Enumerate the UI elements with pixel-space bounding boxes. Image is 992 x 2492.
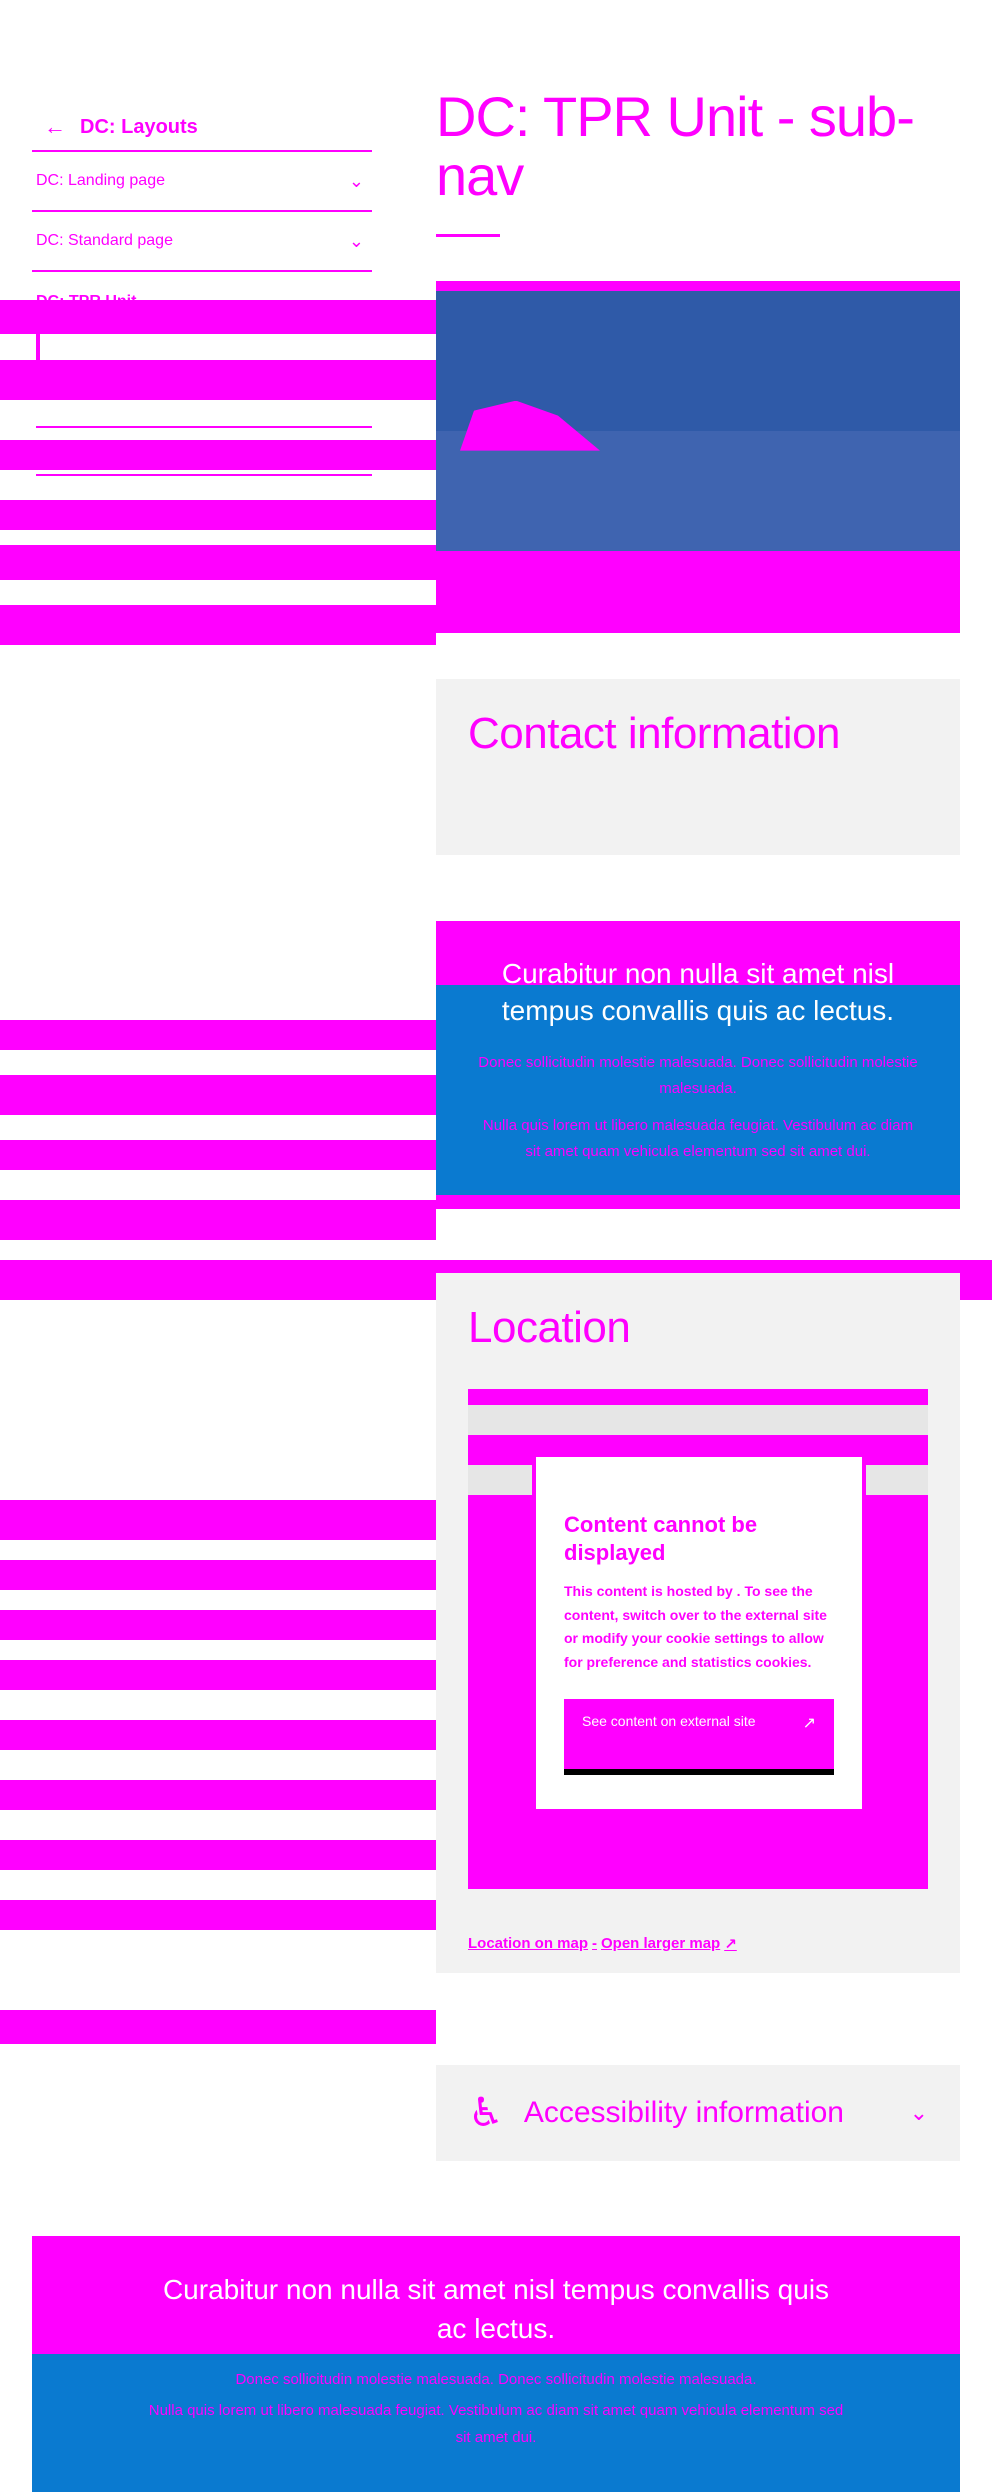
- footer-promo-block: Curabitur non nulla sit amet nisl tempus…: [32, 2236, 960, 2492]
- button-label: See content on external site: [582, 1712, 756, 1729]
- location-section: Location Content cannot be displayed Thi…: [436, 1272, 960, 1973]
- decor-stripe: [0, 1500, 436, 1540]
- open-larger-map-link[interactable]: Open larger map: [601, 1935, 720, 1953]
- sidebar-item-label: DC: Landing page: [36, 172, 165, 189]
- chevron-down-icon[interactable]: ⌄: [910, 2100, 928, 2126]
- promo-body: Donec sollicitudin molestie malesuada. D…: [476, 1050, 920, 1164]
- chevron-down-icon[interactable]: ⌄: [349, 231, 364, 252]
- decor-stripe: [0, 1610, 436, 1640]
- map-embed: Content cannot be displayed This content…: [468, 1388, 928, 1889]
- decor-stripe: [0, 1780, 436, 1810]
- decor-stripe: [0, 1720, 436, 1750]
- decor-stripe: [0, 1075, 436, 1115]
- footer-promo-body: Donec sollicitudin molestie malesuada. D…: [146, 2366, 846, 2451]
- map-links: Location on map - Open larger map ↗: [468, 1935, 928, 1953]
- page-title: DC: TPR Unit - sub-nav: [436, 85, 915, 207]
- decor-stripe: [0, 1020, 436, 1050]
- promo-lead: Curabitur non nulla sit amet nisl tempus…: [501, 957, 895, 1027]
- title-divider: [436, 233, 500, 237]
- decor-stripe: [0, 605, 436, 645]
- promo-paragraph: Nulla quis lorem ut libero malesuada feu…: [482, 1117, 914, 1160]
- see-external-content-button[interactable]: See content on external site ↗: [564, 1698, 834, 1775]
- accessibility-accordion[interactable]: ♿ Accessibility information ⌄: [436, 2064, 960, 2161]
- promo-paragraph: Donec sollicitudin molestie malesuada. D…: [478, 1054, 918, 1097]
- decor-stripe: [0, 2010, 436, 2044]
- footer-promo-paragraph: Donec sollicitudin molestie malesuada. D…: [235, 2371, 757, 2389]
- promo-block: Curabitur non nulla sit amet nisl tempus…: [436, 920, 960, 1209]
- location-title: Location: [468, 1302, 631, 1352]
- sidebar-nav: ← DC: Layouts DC: Landing page ⌄ DC: Sta…: [32, 104, 372, 476]
- arrow-left-icon: ←: [44, 114, 66, 139]
- decor-stripe: [0, 500, 436, 530]
- sidebar-item-label: DC: Standard page: [36, 232, 173, 249]
- footer-promo-paragraph: Nulla quis lorem ut libero malesuada feu…: [148, 2402, 844, 2447]
- contact-title: Contact information: [468, 708, 841, 758]
- sidebar-item-label: DC: TPR Unit: [36, 293, 137, 310]
- subnav-item-expandable[interactable]: ⌄: [36, 428, 372, 476]
- decor-stripe: [0, 545, 436, 580]
- sidebar-item-landing-page[interactable]: DC: Landing page ⌄: [32, 152, 372, 212]
- wheelchair-icon: ♿: [468, 2090, 504, 2135]
- subnav: ⌄: [36, 332, 372, 476]
- subnav-item-current[interactable]: [36, 332, 372, 380]
- footer-promo-lead: Curabitur non nulla sit amet nisl tempus…: [162, 2274, 830, 2345]
- decor-stripe: [0, 1140, 436, 1170]
- sidebar-item-standard-page[interactable]: DC: Standard page ⌄: [32, 212, 372, 272]
- map-placeholder-band: [468, 1404, 928, 1435]
- external-link-icon: ↗: [724, 1935, 737, 1953]
- chevron-down-icon[interactable]: ⌄: [349, 441, 364, 462]
- hero-image: [436, 280, 960, 633]
- decor-stripe: [0, 1840, 436, 1870]
- sidebar-item-tpr-unit[interactable]: DC: TPR Unit: [32, 272, 372, 332]
- back-link[interactable]: ← DC: Layouts: [32, 104, 372, 152]
- decor-stripe: [0, 1660, 436, 1690]
- decor-stripe: [0, 1900, 436, 1930]
- chevron-down-icon[interactable]: ⌄: [349, 171, 364, 192]
- contact-section: Contact information: [436, 678, 960, 855]
- cookie-notice: Content cannot be displayed This content…: [532, 1452, 866, 1813]
- location-on-map-link[interactable]: Location on map: [468, 1935, 588, 1953]
- notice-title: Content cannot be displayed: [564, 1511, 758, 1566]
- link-separator: -: [592, 1934, 597, 1952]
- decor-stripe: [0, 1560, 436, 1590]
- back-link-label: DC: Layouts: [80, 115, 198, 138]
- subnav-item[interactable]: [36, 380, 372, 428]
- notice-text: This content is hosted by . To see the c…: [564, 1582, 827, 1671]
- main-content: DC: TPR Unit - sub-nav Contact informati…: [436, 85, 960, 2161]
- arrow-up-right-icon: ↗: [802, 1714, 816, 1732]
- accessibility-title: Accessibility information: [523, 2095, 844, 2129]
- decor-stripe: [0, 1200, 436, 1240]
